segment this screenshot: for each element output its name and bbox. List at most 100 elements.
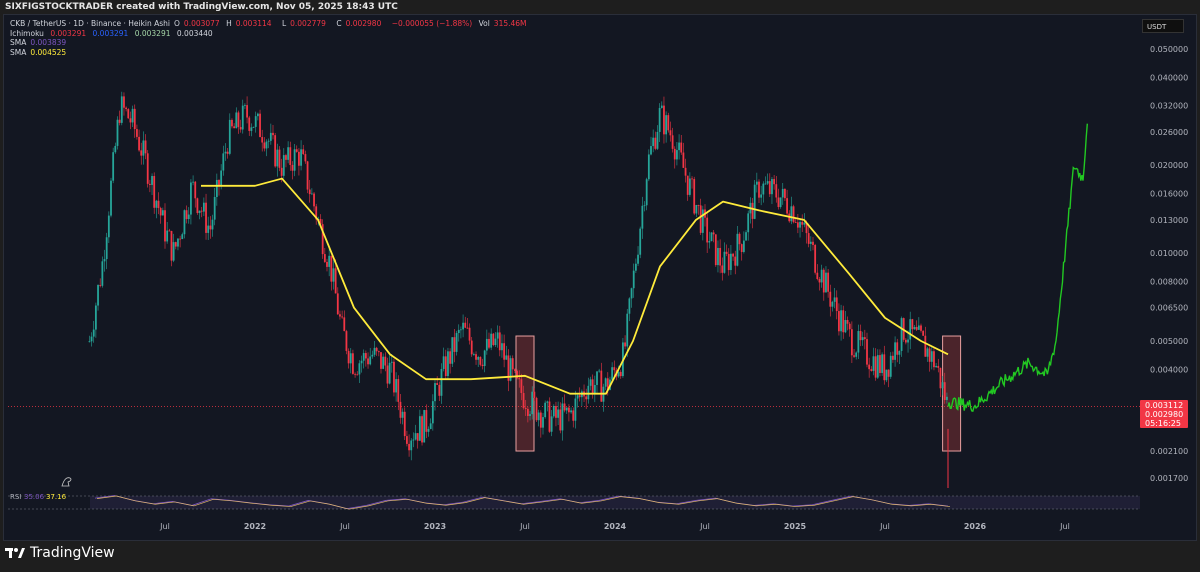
candle — [501, 343, 503, 351]
candle — [924, 335, 927, 357]
candle — [771, 179, 773, 195]
candle — [831, 301, 834, 307]
price-axis-label: 0.004000 — [1150, 365, 1188, 374]
candle — [310, 193, 313, 195]
candle — [812, 241, 814, 245]
candle — [775, 184, 778, 198]
candle — [939, 367, 942, 389]
candle — [937, 365, 940, 368]
ichimoku-row[interactable]: Ichimoku 0.003291 0.003291 0.003291 0.00… — [10, 29, 535, 39]
candle — [187, 214, 190, 220]
candle — [265, 141, 268, 149]
candle — [306, 161, 309, 190]
candle — [596, 371, 598, 385]
candle — [144, 140, 147, 154]
candle — [151, 176, 153, 185]
sma-row-1[interactable]: SMA 0.003839 — [10, 38, 535, 48]
candle — [397, 379, 400, 402]
open-label: O — [174, 19, 180, 28]
candle — [444, 356, 447, 376]
candle — [120, 96, 123, 123]
candle — [440, 369, 443, 396]
high-value: 0.003114 — [235, 19, 272, 28]
candle — [555, 405, 557, 418]
candle — [537, 412, 540, 421]
candle — [647, 154, 650, 180]
candle — [278, 149, 281, 168]
candle — [354, 373, 356, 375]
candle — [928, 348, 931, 362]
candle — [259, 113, 261, 138]
sma-row-2[interactable]: SMA 0.004525 — [10, 48, 535, 58]
candle — [485, 338, 488, 351]
candle — [652, 137, 655, 147]
candle — [412, 439, 415, 441]
candle — [542, 417, 544, 428]
symbol-title[interactable]: CKB / TetherUS · 1D · Binance · Heikin A… — [10, 19, 170, 28]
candle — [915, 326, 918, 330]
currency-button[interactable]: USDT — [1142, 19, 1184, 33]
candle — [401, 411, 404, 418]
sma-value: 0.003839 — [30, 38, 67, 48]
candle — [730, 253, 732, 271]
tradingview-logo[interactable]: TradingView — [5, 545, 115, 561]
candle — [803, 222, 806, 225]
candle — [552, 405, 555, 417]
candle — [676, 150, 678, 160]
price-axis-label: 0.010000 — [1150, 249, 1188, 258]
candle — [263, 142, 266, 149]
candle — [215, 179, 218, 197]
candle — [107, 215, 110, 238]
candle — [183, 210, 186, 235]
time-axis-label: 2022 — [244, 522, 266, 531]
candle — [92, 329, 95, 337]
candle — [514, 369, 516, 371]
candle — [403, 411, 406, 437]
candle — [429, 423, 432, 429]
price-tag-last: 0.002980 — [1145, 410, 1183, 419]
candle — [114, 145, 117, 153]
candle — [395, 379, 398, 393]
candle — [94, 305, 97, 330]
candle — [177, 238, 179, 247]
candle — [369, 356, 372, 365]
candle — [740, 244, 743, 252]
candle — [801, 221, 804, 225]
candle — [276, 149, 279, 167]
candle — [747, 213, 750, 233]
candle — [639, 228, 642, 255]
candle — [414, 433, 417, 440]
volume-value: 315.46M — [493, 19, 527, 28]
candle — [548, 401, 551, 432]
candle — [308, 189, 311, 195]
candle — [760, 194, 763, 198]
sma-value: 0.004525 — [30, 47, 67, 57]
candle — [680, 142, 683, 153]
candle — [373, 347, 376, 355]
candle — [140, 150, 143, 156]
candle — [496, 332, 499, 339]
candle — [224, 151, 227, 154]
candle — [481, 364, 484, 367]
countdown: 05:16:25 — [1145, 419, 1181, 428]
candle — [850, 329, 853, 356]
candle — [634, 263, 637, 271]
candle — [291, 164, 294, 171]
candle — [358, 363, 361, 375]
candle — [220, 170, 223, 186]
price-chart[interactable]: 0.050000 0.040000 0.032000 0.026000 0.020000… — [0, 0, 1200, 572]
candle — [699, 205, 702, 233]
candle — [587, 385, 590, 400]
candle — [673, 148, 676, 160]
candle — [360, 360, 363, 364]
candle — [796, 222, 799, 228]
price-axis-label: 0.016000 — [1150, 189, 1188, 198]
candle — [386, 365, 389, 384]
candle — [466, 327, 469, 329]
candle — [604, 378, 607, 387]
candle — [103, 259, 106, 262]
candle — [153, 176, 156, 208]
rsi-value: 35.06 — [24, 493, 45, 501]
candle — [237, 112, 240, 128]
sma-line — [201, 177, 949, 395]
